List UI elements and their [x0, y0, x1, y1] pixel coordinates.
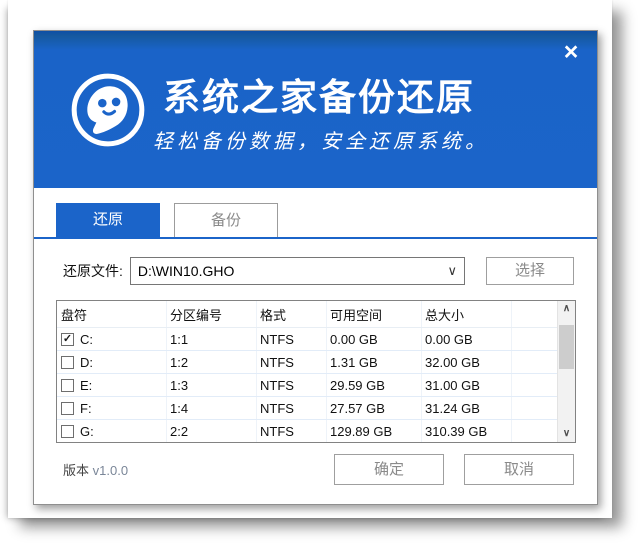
- table-row[interactable]: E: 1:3 NTFS 29.59 GB 31.00 GB: [57, 374, 557, 397]
- row-checkbox[interactable]: [61, 356, 74, 369]
- total-size: 32.00 GB: [422, 351, 512, 373]
- format: NTFS: [257, 351, 327, 373]
- format: NTFS: [257, 420, 327, 442]
- scroll-up-icon[interactable]: ∧: [558, 301, 575, 317]
- vertical-scrollbar[interactable]: ∧ ∨: [557, 301, 575, 442]
- format: NTFS: [257, 397, 327, 419]
- footer: 版本 v1.0.0 确定 取消: [63, 454, 574, 485]
- format: NTFS: [257, 328, 327, 350]
- app-title: 系统之家备份还原: [163, 67, 475, 121]
- row-checkbox[interactable]: [61, 379, 74, 392]
- free-space: 27.57 GB: [327, 397, 422, 419]
- table-header-row: 盘符 分区编号 格式 可用空间 总大小: [57, 301, 557, 328]
- row-checkbox[interactable]: [61, 425, 74, 438]
- col-header-total-size[interactable]: 总大小: [422, 301, 512, 327]
- partition-number: 1:2: [167, 351, 257, 373]
- title-bar: × 系统之家备份还原 轻松备份数据，安全还原系统。: [34, 31, 597, 188]
- table-row[interactable]: F: 1:4 NTFS 27.57 GB 31.24 GB: [57, 397, 557, 420]
- free-space: 1.31 GB: [327, 351, 422, 373]
- version-number: v1.0.0: [93, 463, 128, 478]
- free-space: 0.00 GB: [327, 328, 422, 350]
- drive-letter: C:: [80, 332, 93, 347]
- tab-bar: 还原 备份: [34, 205, 597, 239]
- free-space: 129.89 GB: [327, 420, 422, 442]
- scrollbar-thumb[interactable]: [559, 325, 574, 369]
- row-checkbox-checked[interactable]: ✓: [61, 333, 74, 346]
- restore-file-combobox[interactable]: D:\WIN10.GHO ∨: [130, 257, 465, 285]
- total-size: 31.00 GB: [422, 374, 512, 396]
- col-header-format[interactable]: 格式: [257, 301, 327, 327]
- drive-letter: F:: [80, 401, 92, 416]
- total-size: 31.24 GB: [422, 397, 512, 419]
- app-slogan: 轻松备份数据，安全还原系统。: [153, 125, 489, 154]
- drive-letter: G:: [80, 424, 94, 439]
- version-text: 版本 v1.0.0: [63, 460, 128, 479]
- ghost-logo-icon: [70, 72, 146, 148]
- col-header-drive[interactable]: 盘符: [57, 301, 167, 327]
- free-space: 29.59 GB: [327, 374, 422, 396]
- col-header-filler: [512, 301, 557, 327]
- version-label: 版本: [63, 463, 89, 478]
- partition-number: 1:1: [167, 328, 257, 350]
- page-card: × 系统之家备份还原 轻松备份数据，安全还原系统。 还原 备份 还原文件: D:…: [8, 0, 612, 518]
- ok-button[interactable]: 确定: [334, 454, 444, 485]
- restore-file-label: 还原文件:: [63, 261, 123, 281]
- restore-file-value: D:\WIN10.GHO: [138, 263, 234, 279]
- app-window: × 系统之家备份还原 轻松备份数据，安全还原系统。 还原 备份 还原文件: D:…: [33, 30, 598, 505]
- format: NTFS: [257, 374, 327, 396]
- tab-restore[interactable]: 还原: [56, 203, 160, 237]
- partition-number: 1:3: [167, 374, 257, 396]
- restore-file-row: 还原文件: D:\WIN10.GHO ∨ 选择: [63, 257, 574, 285]
- tab-backup[interactable]: 备份: [174, 203, 278, 237]
- total-size: 310.39 GB: [422, 420, 512, 442]
- col-header-partition[interactable]: 分区编号: [167, 301, 257, 327]
- partition-number: 2:2: [167, 420, 257, 442]
- partition-table-body: 盘符 分区编号 格式 可用空间 总大小 ✓ C: 1:1 NTFS 0.00 G…: [57, 301, 557, 442]
- close-icon[interactable]: ×: [558, 39, 584, 65]
- col-header-free-space[interactable]: 可用空间: [327, 301, 422, 327]
- scroll-down-icon[interactable]: ∨: [558, 426, 575, 442]
- drive-letter: D:: [80, 355, 93, 370]
- total-size: 0.00 GB: [422, 328, 512, 350]
- partition-number: 1:4: [167, 397, 257, 419]
- table-row[interactable]: ✓ C: 1:1 NTFS 0.00 GB 0.00 GB: [57, 328, 557, 351]
- chevron-down-icon[interactable]: ∨: [447, 258, 457, 284]
- row-checkbox[interactable]: [61, 402, 74, 415]
- table-row[interactable]: D: 1:2 NTFS 1.31 GB 32.00 GB: [57, 351, 557, 374]
- partition-table: 盘符 分区编号 格式 可用空间 总大小 ✓ C: 1:1 NTFS 0.00 G…: [56, 300, 576, 443]
- drive-letter: E:: [80, 378, 92, 393]
- cancel-button[interactable]: 取消: [464, 454, 574, 485]
- select-file-button[interactable]: 选择: [486, 257, 574, 285]
- table-row[interactable]: G: 2:2 NTFS 129.89 GB 310.39 GB: [57, 420, 557, 443]
